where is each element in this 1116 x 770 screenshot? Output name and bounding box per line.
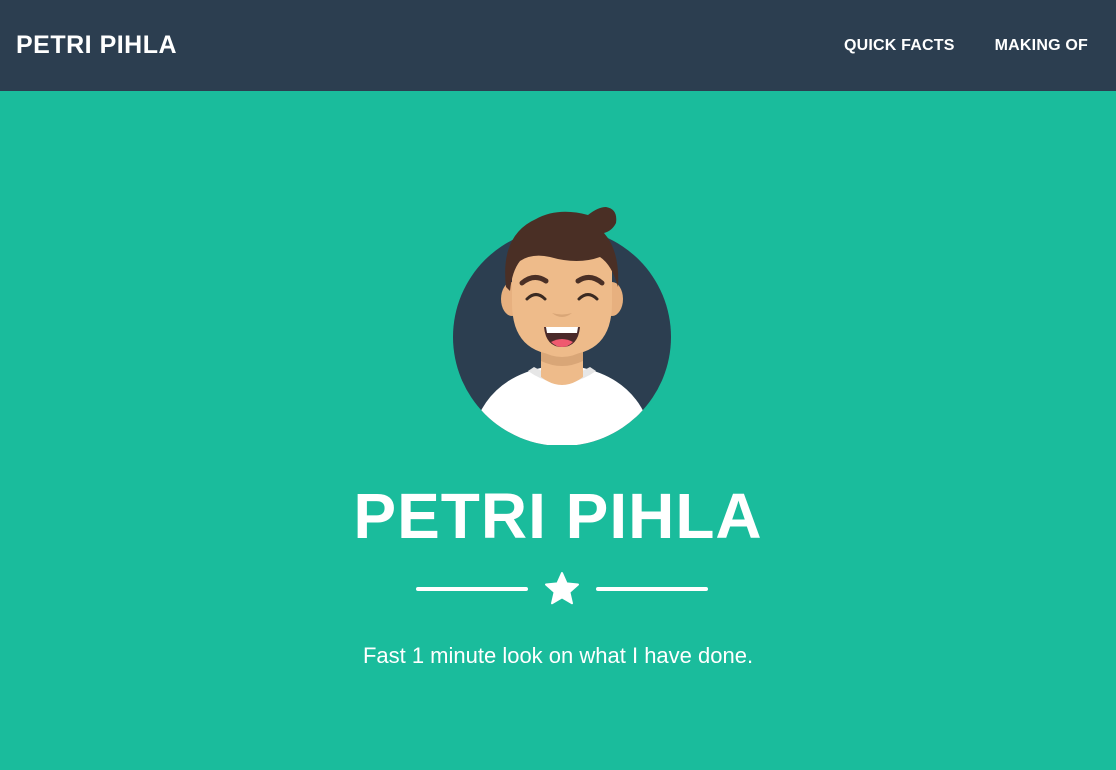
nav-links: QUICK FACTS MAKING OF — [804, 37, 1088, 55]
brand-link[interactable]: PETRI PIHLA — [16, 31, 177, 60]
star-icon — [545, 572, 579, 605]
star-divider — [416, 571, 708, 607]
nav-link-quick-facts[interactable]: QUICK FACTS — [844, 37, 955, 55]
navbar: PETRI PIHLA QUICK FACTS MAKING OF — [0, 0, 1116, 91]
divider-line-right — [596, 587, 708, 591]
hero-section: PETRI PIHLA Fast 1 minute look on what I… — [0, 91, 1116, 770]
avatar — [453, 207, 671, 445]
nav-link-making-of[interactable]: MAKING OF — [995, 37, 1088, 55]
hero-subtitle: Fast 1 minute look on what I have done. — [362, 643, 754, 668]
hero-title: PETRI PIHLA — [353, 480, 763, 552]
divider-line-left — [416, 587, 528, 591]
